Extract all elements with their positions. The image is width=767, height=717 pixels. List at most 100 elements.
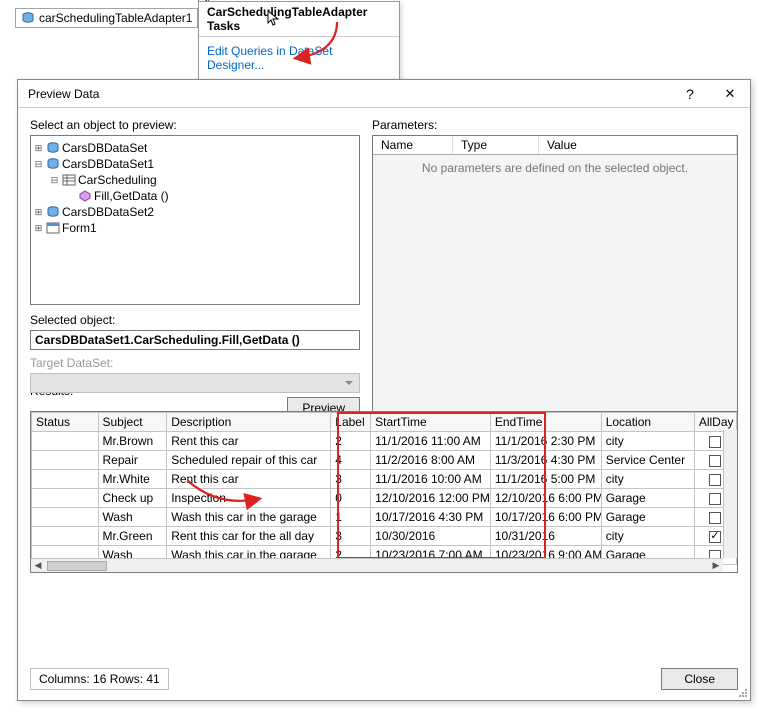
titlebar: Preview Data ? ✕ <box>18 80 750 108</box>
table-cell[interactable] <box>32 489 99 508</box>
tree-node[interactable]: ⊞ CarsDBDataSet2 <box>33 204 357 220</box>
allday-checkbox[interactable] <box>709 436 721 448</box>
object-tree[interactable]: ⊞ CarsDBDataSet ⊟ CarsDBDataSet1 ⊟ CarSc… <box>30 135 360 305</box>
table-row[interactable]: RepairScheduled repair of this car411/2/… <box>32 451 737 470</box>
expander-icon[interactable]: ⊞ <box>33 143 44 154</box>
table-cell[interactable]: Rent this car <box>167 432 331 451</box>
dataset-icon <box>46 141 60 155</box>
resize-grip-icon[interactable] <box>736 686 748 698</box>
table-row[interactable]: WashWash this car in the garage110/17/20… <box>32 508 737 527</box>
table-cell[interactable]: city <box>601 432 694 451</box>
table-cell[interactable]: 11/3/2016 4:30 PM <box>490 451 601 470</box>
dataset-icon <box>46 205 60 219</box>
table-cell[interactable]: Mr.Green <box>98 527 167 546</box>
scroll-left-icon[interactable]: ◀ <box>31 560 45 571</box>
table-cell[interactable] <box>32 508 99 527</box>
scroll-right-icon[interactable]: ▶ <box>709 560 723 571</box>
table-cell[interactable]: 12/10/2016 6:00 PM <box>490 489 601 508</box>
table-cell[interactable]: 10/17/2016 4:30 PM <box>371 508 491 527</box>
table-cell[interactable]: Check up <box>98 489 167 508</box>
horizontal-scrollbar[interactable]: ◀ ▶ <box>31 558 723 572</box>
table-cell[interactable]: 1 <box>331 508 371 527</box>
results-header-row: Status Subject Description Label StartTi… <box>32 413 737 432</box>
allday-checkbox[interactable] <box>709 455 721 467</box>
tree-node[interactable]: ⊟ CarScheduling <box>33 172 357 188</box>
allday-checkbox[interactable] <box>709 474 721 486</box>
selected-object-field[interactable] <box>30 330 360 350</box>
table-cell[interactable]: Rent this car <box>167 470 331 489</box>
params-empty-message: No parameters are defined on the selecte… <box>373 155 737 181</box>
table-cell[interactable]: 12/10/2016 12:00 PM <box>371 489 491 508</box>
expander-icon[interactable]: ⊞ <box>33 223 44 234</box>
table-cell[interactable] <box>32 470 99 489</box>
col-subject[interactable]: Subject <box>98 413 167 432</box>
table-cell[interactable]: 10/17/2016 6:00 PM <box>490 508 601 527</box>
edit-queries-link[interactable]: Edit Queries in DataSet Designer... <box>207 41 391 75</box>
table-cell[interactable]: Service Center <box>601 451 694 470</box>
table-cell[interactable]: Inspection <box>167 489 331 508</box>
table-cell[interactable]: Repair <box>98 451 167 470</box>
param-col-value: Value <box>539 136 737 154</box>
tree-node[interactable]: ⊞ Form1 <box>33 220 357 236</box>
close-button[interactable]: Close <box>661 668 738 690</box>
table-cell[interactable]: 11/1/2016 11:00 AM <box>371 432 491 451</box>
table-row[interactable]: Check upInspection012/10/2016 12:00 PM12… <box>32 489 737 508</box>
allday-checkbox[interactable] <box>709 531 721 543</box>
table-cell[interactable]: Scheduled repair of this car <box>167 451 331 470</box>
table-cell[interactable]: 11/1/2016 2:30 PM <box>490 432 601 451</box>
table-adapter-component[interactable]: carSchedulingTableAdapter1 ◀ <box>15 8 198 28</box>
table-cell[interactable]: Garage <box>601 489 694 508</box>
table-cell[interactable]: 11/1/2016 5:00 PM <box>490 470 601 489</box>
col-status[interactable]: Status <box>32 413 99 432</box>
help-button[interactable]: ? <box>670 80 710 108</box>
expander-icon[interactable]: ⊟ <box>49 175 60 186</box>
table-cell[interactable]: Mr.Brown <box>98 432 167 451</box>
table-cell[interactable] <box>32 527 99 546</box>
table-cell[interactable]: 11/1/2016 10:00 AM <box>371 470 491 489</box>
dataset-icon <box>46 157 60 171</box>
col-starttime[interactable]: StartTime <box>371 413 491 432</box>
table-cell[interactable]: 11/2/2016 8:00 AM <box>371 451 491 470</box>
table-cell[interactable]: 10/31/2016 <box>490 527 601 546</box>
tree-label: Select an object to preview: <box>30 118 360 132</box>
tasks-title: CarSchedulingTableAdapter Tasks <box>199 2 399 37</box>
allday-checkbox[interactable] <box>709 493 721 505</box>
table-icon <box>62 173 76 187</box>
close-x-button[interactable]: ✕ <box>710 80 750 108</box>
table-cell[interactable]: 4 <box>331 451 371 470</box>
table-cell[interactable]: 10/30/2016 <box>371 527 491 546</box>
col-allday[interactable]: AllDay <box>694 413 736 432</box>
col-description[interactable]: Description <box>167 413 331 432</box>
col-endtime[interactable]: EndTime <box>490 413 601 432</box>
tree-node[interactable]: Fill,GetData () <box>33 188 357 204</box>
col-location[interactable]: Location <box>601 413 694 432</box>
col-label[interactable]: Label <box>331 413 371 432</box>
tree-node[interactable]: ⊟ CarsDBDataSet1 <box>33 156 357 172</box>
table-cell[interactable]: Rent this car for the all day <box>167 527 331 546</box>
table-cell[interactable]: Wash this car in the garage <box>167 508 331 527</box>
table-cell[interactable]: 3 <box>331 527 371 546</box>
table-cell[interactable]: Wash <box>98 508 167 527</box>
allday-checkbox[interactable] <box>709 512 721 524</box>
table-cell[interactable]: city <box>601 470 694 489</box>
adapter-icon <box>21 11 35 25</box>
method-icon <box>78 189 92 203</box>
table-cell[interactable]: Garage <box>601 508 694 527</box>
scroll-thumb[interactable] <box>47 561 107 571</box>
table-row[interactable]: Mr.BrownRent this car211/1/2016 11:00 AM… <box>32 432 737 451</box>
table-row[interactable]: Mr.GreenRent this car for the all day310… <box>32 527 737 546</box>
results-grid[interactable]: Status Subject Description Label StartTi… <box>30 411 738 573</box>
vertical-scrollbar[interactable] <box>723 430 737 558</box>
expander-icon[interactable]: ⊟ <box>33 159 44 170</box>
table-cell[interactable]: 2 <box>331 432 371 451</box>
table-cell[interactable] <box>32 432 99 451</box>
table-cell[interactable]: city <box>601 527 694 546</box>
table-cell[interactable]: 0 <box>331 489 371 508</box>
tree-node[interactable]: ⊞ CarsDBDataSet <box>33 140 357 156</box>
expander-icon[interactable]: ⊞ <box>33 207 44 218</box>
table-row[interactable]: Mr.WhiteRent this car311/1/2016 10:00 AM… <box>32 470 737 489</box>
table-cell[interactable]: Mr.White <box>98 470 167 489</box>
table-cell[interactable] <box>32 451 99 470</box>
params-label: Parameters: <box>372 118 738 132</box>
table-cell[interactable]: 3 <box>331 470 371 489</box>
